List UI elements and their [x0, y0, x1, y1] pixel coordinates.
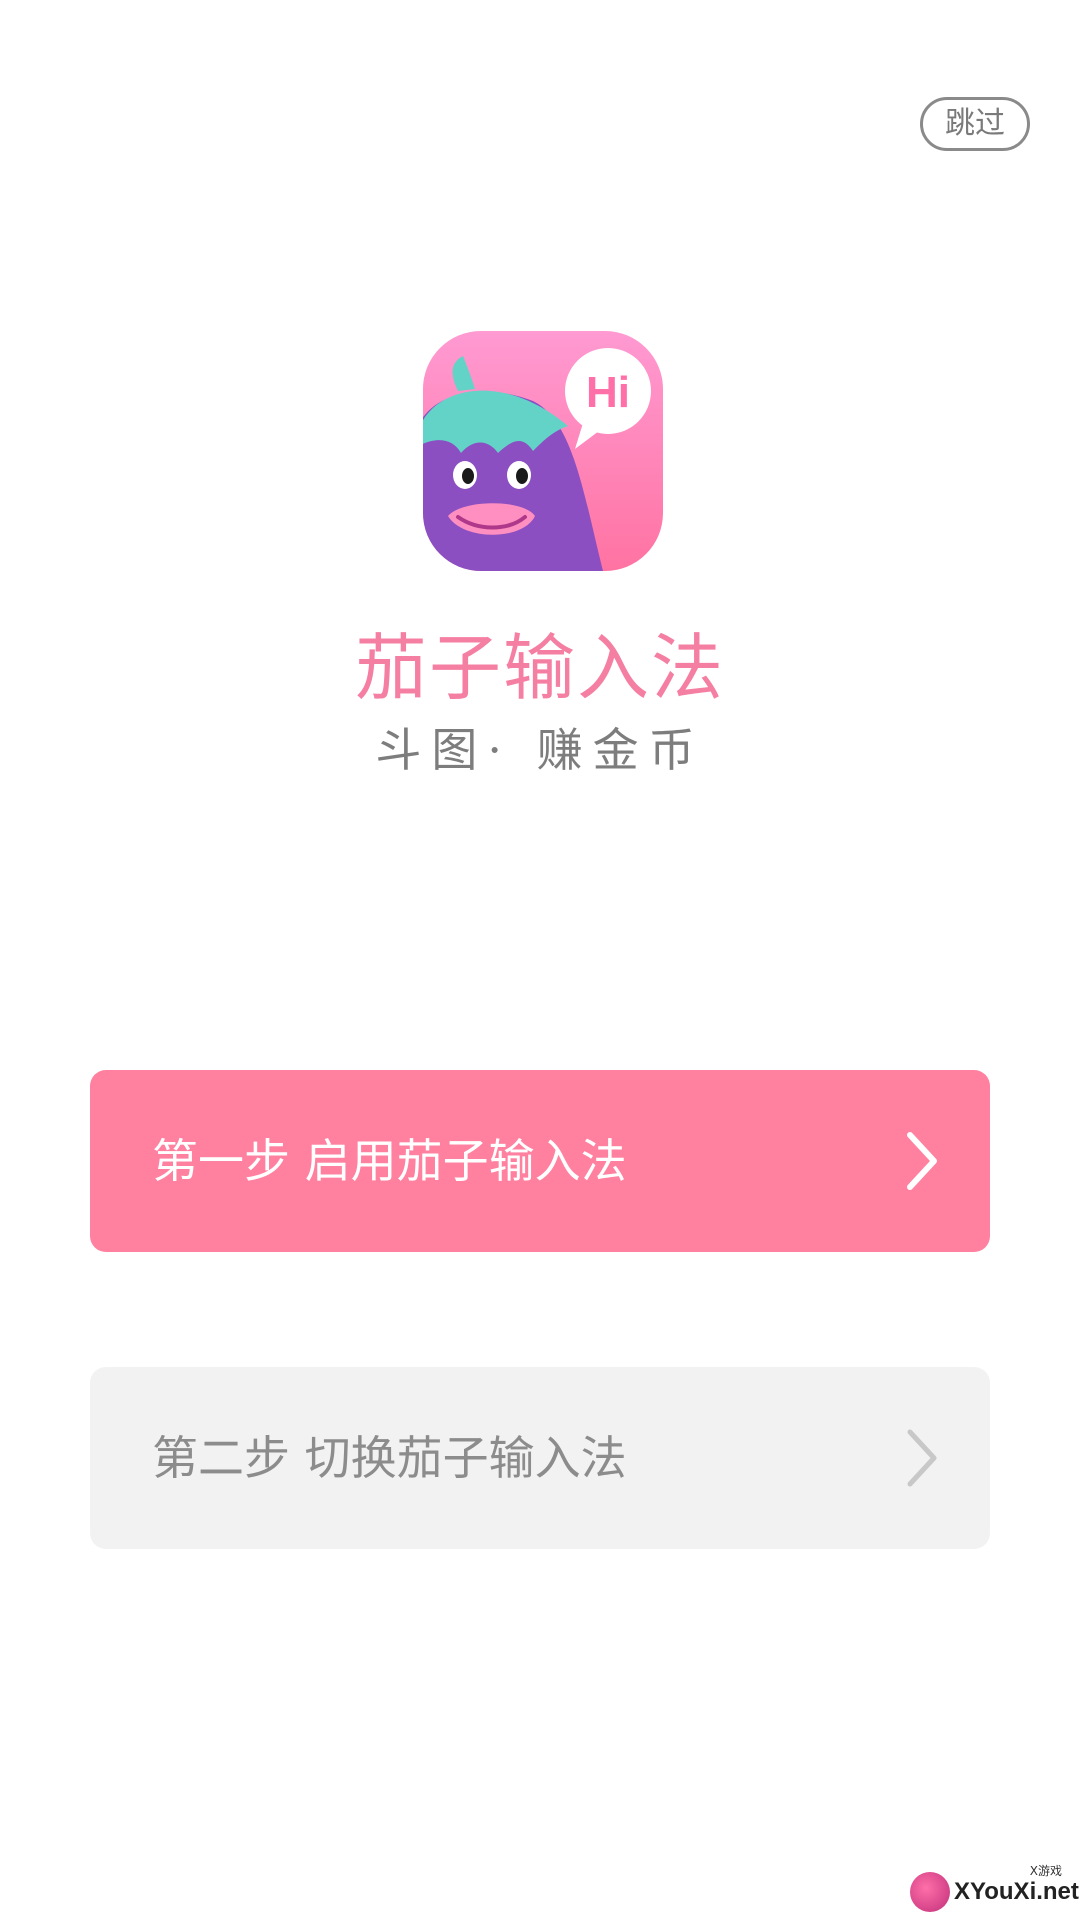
step-one-label: 第一步 启用茄子输入法 — [152, 1134, 627, 1188]
watermark-small-text: X游戏 — [1029, 1864, 1062, 1878]
watermark-logo-icon — [910, 1872, 950, 1912]
app-slogan: 斗图· 赚金币 — [375, 723, 705, 777]
svg-text:Hi: Hi — [586, 368, 630, 417]
app-logo-icon: Hi — [423, 331, 663, 571]
chevron-right-icon — [907, 1132, 937, 1190]
step-two-switch-button[interactable]: 第二步 切换茄子输入法 — [90, 1367, 990, 1549]
step-two-label: 第二步 切换茄子输入法 — [152, 1431, 627, 1485]
chevron-right-icon — [907, 1429, 937, 1487]
skip-button[interactable]: 跳过 — [920, 97, 1030, 151]
watermark-text: XYouXi.net — [954, 1878, 1079, 1905]
step-one-enable-button[interactable]: 第一步 启用茄子输入法 — [90, 1070, 990, 1252]
watermark: X游戏 XYouXi.net — [910, 1862, 1079, 1914]
app-name-title: 茄子输入法 — [354, 626, 725, 710]
